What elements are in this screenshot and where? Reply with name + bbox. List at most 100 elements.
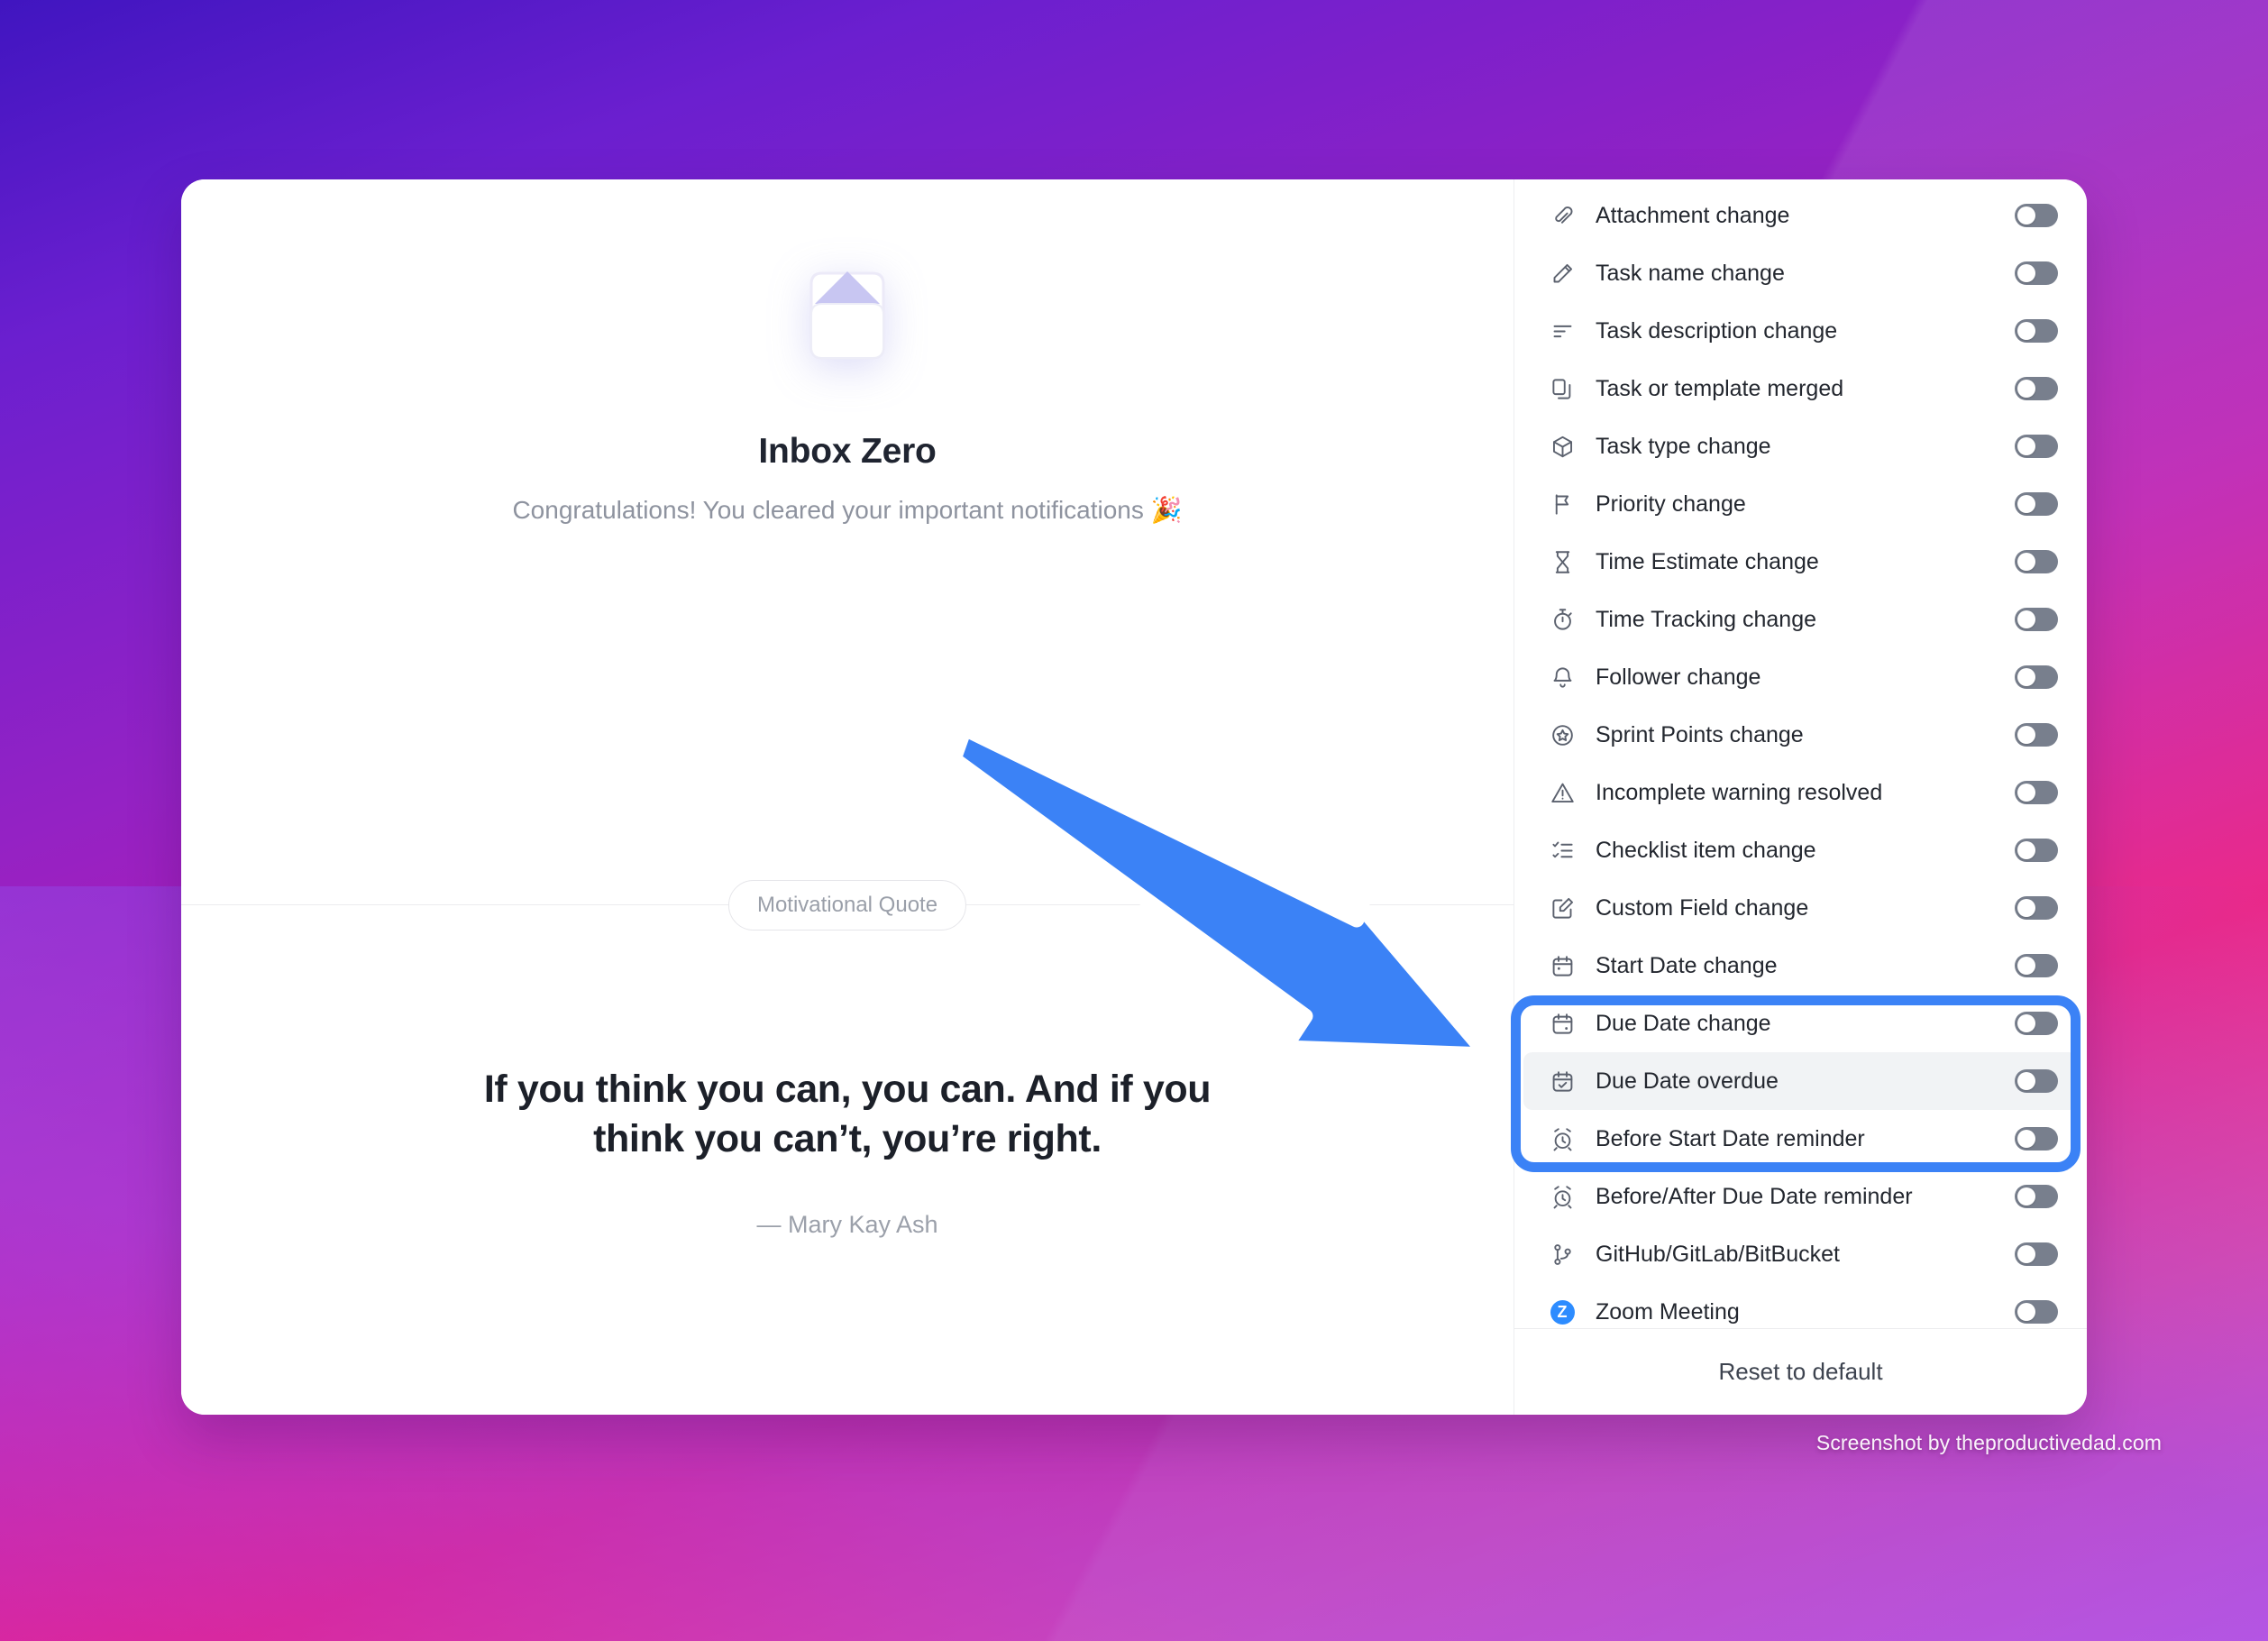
notification-setting-row[interactable]: Before/After Due Date reminder <box>1523 1168 2078 1225</box>
toggle-knob <box>2017 380 2035 398</box>
notification-setting-row[interactable]: Custom Field change <box>1523 879 2078 937</box>
notification-setting-row[interactable]: Task or template merged <box>1523 360 2078 417</box>
warning-triangle-icon <box>1547 777 1578 808</box>
notification-setting-row[interactable]: Sprint Points change <box>1523 706 2078 764</box>
notification-setting-toggle[interactable] <box>2015 839 2058 862</box>
hourglass-icon <box>1547 546 1578 577</box>
stopwatch-icon <box>1547 604 1578 635</box>
text-lines-icon <box>1547 316 1578 346</box>
notification-setting-row[interactable]: GitHub/GitLab/BitBucket <box>1523 1225 2078 1283</box>
notification-setting-label: Task type change <box>1596 433 1771 459</box>
notification-setting-row[interactable]: Follower change <box>1523 648 2078 706</box>
notification-setting-label: Follower change <box>1596 664 1761 690</box>
notification-setting-toggle[interactable] <box>2015 954 2058 977</box>
notification-setting-toggle[interactable] <box>2015 608 2058 631</box>
toggle-knob <box>2017 1303 2035 1321</box>
app-window: Inbox Zero Congratulations! You cleared … <box>181 179 2087 1415</box>
toggle-knob <box>2017 957 2035 975</box>
toggle-knob <box>2017 437 2035 455</box>
notification-setting-label: Custom Field change <box>1596 894 1809 921</box>
notification-setting-row[interactable]: Task description change <box>1523 302 2078 360</box>
notification-setting-label: Checklist item change <box>1596 837 1816 863</box>
pencil-icon <box>1547 258 1578 289</box>
toggle-knob <box>2017 668 2035 686</box>
toggle-knob <box>2017 784 2035 802</box>
notification-setting-label: Attachment change <box>1596 202 1790 228</box>
notification-setting-row[interactable]: Due Date overdue <box>1523 1052 2078 1110</box>
notification-settings-panel: Attachment change Task name change Task de… <box>1514 179 2087 1415</box>
toggle-knob <box>2017 610 2035 628</box>
notification-setting-row[interactable]: Task type change <box>1523 417 2078 475</box>
notification-setting-row[interactable]: Priority change <box>1523 475 2078 533</box>
notification-setting-label: Task or template merged <box>1596 375 1844 401</box>
notification-setting-toggle[interactable] <box>2015 1012 2058 1035</box>
notification-setting-toggle[interactable] <box>2015 435 2058 458</box>
paperclip-icon <box>1547 200 1578 231</box>
notification-setting-toggle[interactable] <box>2015 1127 2058 1151</box>
notification-setting-toggle[interactable] <box>2015 550 2058 573</box>
motivational-quote-badge: Motivational Quote <box>727 880 967 931</box>
settings-footer: Reset to default <box>1514 1328 2087 1415</box>
calendar-check-icon <box>1547 1066 1578 1096</box>
notification-setting-row[interactable]: Attachment change <box>1523 187 2078 244</box>
notification-settings-list[interactable]: Attachment change Task name change Task de… <box>1514 179 2087 1328</box>
notification-setting-row[interactable]: Time Estimate change <box>1523 533 2078 591</box>
quote-divider-wrap: Motivational Quote <box>181 880 1514 931</box>
notification-setting-label: Zoom Meeting <box>1596 1298 1740 1325</box>
notification-setting-label: Sprint Points change <box>1596 721 1804 747</box>
star-circle-icon <box>1547 720 1578 750</box>
notification-setting-toggle[interactable] <box>2015 1185 2058 1208</box>
checklist-icon <box>1547 835 1578 866</box>
toggle-knob <box>2017 1014 2035 1032</box>
inbox-empty-state: Inbox Zero Congratulations! You cleared … <box>181 179 1514 904</box>
notification-setting-label: Priority change <box>1596 490 1746 517</box>
notification-setting-toggle[interactable] <box>2015 896 2058 920</box>
reset-to-default-button[interactable]: Reset to default <box>1718 1358 1882 1386</box>
calendar-start-icon <box>1547 950 1578 981</box>
notification-setting-row[interactable]: Time Tracking change <box>1523 591 2078 648</box>
notification-setting-toggle[interactable] <box>2015 261 2058 285</box>
notification-setting-row[interactable]: Incomplete warning resolved <box>1523 764 2078 821</box>
inbox-subtitle: Congratulations! You cleared your import… <box>512 496 1183 524</box>
notification-setting-label: Task description change <box>1596 317 1838 344</box>
toggle-knob <box>2017 264 2035 282</box>
notification-setting-row[interactable]: Checklist item change <box>1523 821 2078 879</box>
notification-setting-label: Task name change <box>1596 260 1785 286</box>
alarm-clock-icon <box>1547 1181 1578 1212</box>
notification-setting-label: GitHub/GitLab/BitBucket <box>1596 1241 1840 1267</box>
notification-setting-toggle[interactable] <box>2015 319 2058 343</box>
edit-square-icon <box>1547 893 1578 923</box>
notification-setting-label: Before/After Due Date reminder <box>1596 1183 1913 1209</box>
notification-setting-toggle[interactable] <box>2015 665 2058 689</box>
notification-setting-label: Incomplete warning resolved <box>1596 779 1883 805</box>
toggle-knob <box>2017 322 2035 340</box>
notification-setting-label: Time Tracking change <box>1596 606 1817 632</box>
notification-setting-label: Before Start Date reminder <box>1596 1125 1865 1151</box>
toggle-knob <box>2017 553 2035 571</box>
notification-setting-toggle[interactable] <box>2015 492 2058 516</box>
notification-setting-toggle[interactable] <box>2015 377 2058 400</box>
page-title: Inbox Zero <box>758 432 937 471</box>
notification-setting-row[interactable]: Task name change <box>1523 244 2078 302</box>
inbox-panel: Inbox Zero Congratulations! You cleared … <box>181 179 1514 1415</box>
notification-setting-row[interactable]: Due Date change <box>1523 995 2078 1052</box>
toggle-knob <box>2017 899 2035 917</box>
notification-setting-row[interactable]: Start Date change <box>1523 937 2078 995</box>
quote-author: — Mary Kay Ash <box>756 1211 938 1239</box>
calendar-due-icon <box>1547 1008 1578 1039</box>
notification-setting-toggle[interactable] <box>2015 781 2058 804</box>
notification-setting-toggle[interactable] <box>2015 1242 2058 1266</box>
notification-setting-row[interactable]: Before Start Date reminder <box>1523 1110 2078 1168</box>
copy-merge-icon <box>1547 373 1578 404</box>
notification-setting-toggle[interactable] <box>2015 723 2058 747</box>
notification-setting-toggle[interactable] <box>2015 1300 2058 1324</box>
notification-setting-row[interactable]: Z Zoom Meeting <box>1523 1283 2078 1328</box>
quote-text: If you think you can, you can. And if yo… <box>483 1068 1212 1161</box>
zoom-logo-icon: Z <box>1547 1297 1578 1327</box>
notification-setting-toggle[interactable] <box>2015 204 2058 227</box>
toggle-knob <box>2017 1187 2035 1206</box>
notification-setting-toggle[interactable] <box>2015 1069 2058 1093</box>
alarm-clock-icon <box>1547 1123 1578 1154</box>
toggle-knob <box>2017 1245 2035 1263</box>
quote-section: If you think you can, you can. And if yo… <box>181 906 1514 1415</box>
